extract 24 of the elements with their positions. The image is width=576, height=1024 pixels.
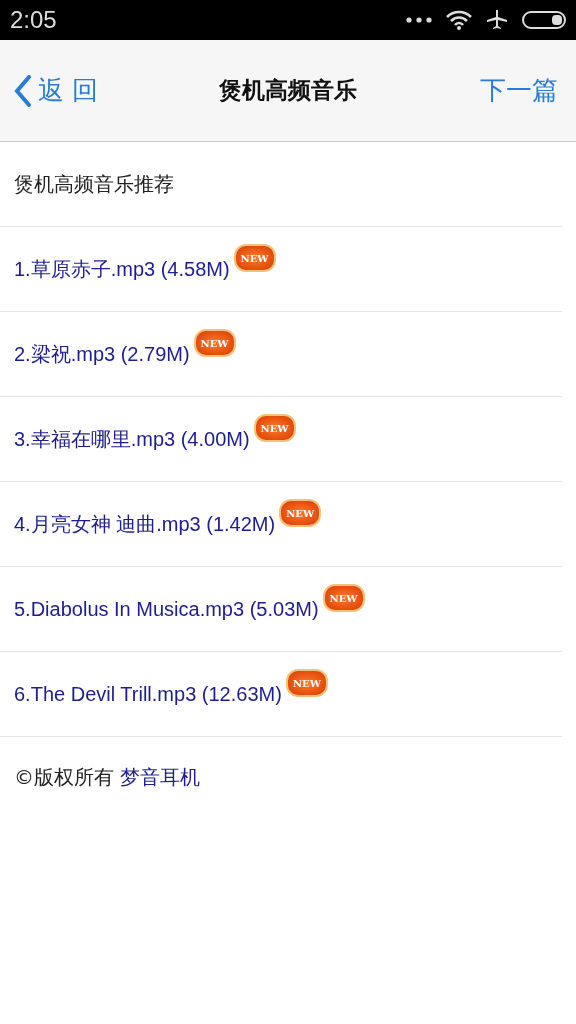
brand-link[interactable]: 梦音耳机 bbox=[120, 763, 200, 791]
back-link[interactable]: 返 回 bbox=[14, 73, 99, 108]
copyright-text: ©版权所有 bbox=[14, 763, 114, 791]
track-link[interactable]: 2.梁祝.mp3 (2.79M) bbox=[14, 340, 190, 368]
page-title: 煲机高频音乐 bbox=[219, 76, 357, 105]
more-dots-icon bbox=[406, 17, 432, 23]
new-badge: NEW bbox=[233, 244, 276, 272]
airplane-icon bbox=[486, 9, 508, 31]
chevron-left-icon bbox=[14, 74, 32, 107]
battery-icon bbox=[522, 11, 566, 29]
section-heading: 煲机高频音乐推荐 bbox=[14, 170, 174, 198]
new-badge: NEW bbox=[193, 329, 236, 357]
track-link[interactable]: 4.月亮女神 迪曲.mp3 (1.42M) bbox=[14, 510, 276, 538]
track-link[interactable]: 3.幸福在哪里.mp3 (4.00M) bbox=[14, 425, 250, 453]
next-article-link[interactable]: 下一篇 bbox=[480, 73, 558, 108]
new-badge: NEW bbox=[285, 669, 328, 697]
wifi-icon bbox=[446, 10, 472, 30]
new-badge: NEW bbox=[253, 414, 296, 442]
new-badge: NEW bbox=[279, 499, 322, 527]
track-link[interactable]: 5.Diabolus In Musica.mp3 (5.03M) bbox=[14, 597, 319, 621]
track-link[interactable]: 6.The Devil Trill.mp3 (12.63M) bbox=[14, 682, 282, 706]
status-time: 2:05 bbox=[10, 6, 57, 34]
new-badge: NEW bbox=[322, 584, 365, 612]
track-link[interactable]: 1.草原赤子.mp3 (4.58M) bbox=[14, 255, 230, 283]
